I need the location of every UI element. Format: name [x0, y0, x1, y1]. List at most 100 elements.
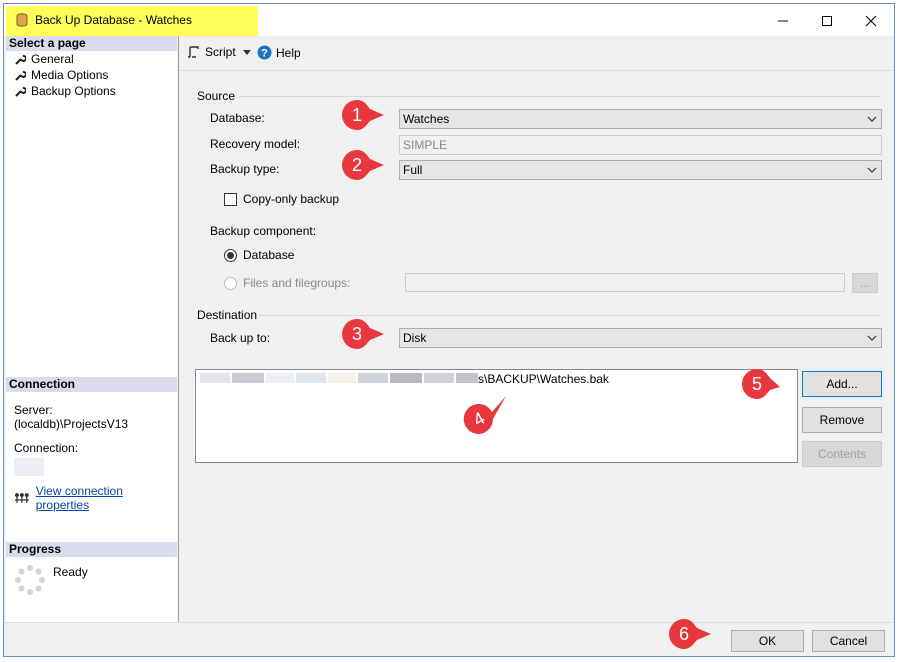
help-button[interactable]: ? Help	[257, 45, 301, 60]
view-connection-properties-link[interactable]: View connection properties	[36, 484, 177, 512]
maximize-icon	[822, 16, 832, 26]
backup-dialog-window: Back Up Database - Watches Select a page…	[3, 3, 895, 657]
contents-button: Contents	[802, 441, 882, 467]
callout-number: 2	[351, 155, 362, 175]
sidebar-item-label: General	[31, 52, 74, 66]
copy-only-checkbox[interactable]	[224, 192, 237, 206]
redacted-path	[296, 373, 326, 383]
copy-only-label: Copy-only backup	[243, 192, 340, 206]
minimize-icon	[778, 20, 788, 22]
wrench-icon	[15, 54, 26, 65]
backup-component-label: Backup component:	[210, 224, 317, 238]
redacted-connection	[14, 458, 44, 476]
back-up-to-label: Back up to:	[210, 331, 271, 345]
component-database-radio[interactable]	[224, 248, 237, 262]
copy-only-checkbox-row[interactable]: Copy-only backup	[224, 192, 339, 206]
ok-button[interactable]: OK	[731, 630, 804, 652]
recovery-model-field: SIMPLE	[399, 135, 882, 155]
component-database-label: Database	[243, 248, 295, 262]
redacted-path	[390, 373, 422, 383]
help-label: Help	[276, 45, 301, 60]
chevron-down-icon	[867, 167, 877, 173]
progress-spinner-icon	[15, 565, 45, 595]
database-select[interactable]: Watches	[399, 109, 882, 129]
callout-2: 2	[340, 148, 384, 182]
database-icon	[16, 13, 28, 27]
callout-number: 5	[751, 374, 762, 394]
sidebar-item-label: Backup Options	[31, 84, 116, 98]
callout-5: 5	[740, 367, 780, 401]
script-button[interactable]: Script	[187, 45, 251, 59]
filegroups-field	[405, 273, 845, 292]
connection-label: Connection:	[14, 441, 79, 455]
chevron-down-icon	[242, 49, 251, 55]
filegroups-browse-button: ...	[852, 273, 878, 293]
minimize-button[interactable]	[761, 8, 805, 34]
wrench-icon	[15, 86, 26, 97]
source-group-heading: Source	[197, 89, 236, 103]
chevron-down-icon	[867, 116, 877, 122]
connection-heading: Connection	[6, 377, 177, 392]
list-item[interactable]: s\BACKUP\Watches.bak	[196, 370, 797, 387]
select-page-heading: Select a page	[6, 36, 177, 51]
callout-number: 6	[678, 624, 689, 644]
wrench-icon	[15, 70, 26, 81]
chevron-down-icon	[867, 335, 877, 341]
script-label: Script	[205, 45, 236, 59]
component-database-radio-row[interactable]: Database	[224, 248, 294, 262]
destination-divider	[259, 315, 881, 316]
redacted-path	[424, 373, 454, 383]
backup-file-path: s\BACKUP\Watches.bak	[478, 372, 609, 386]
sidebar-item-general[interactable]: General	[6, 51, 177, 67]
script-icon	[188, 46, 199, 58]
callout-4: 4	[462, 396, 506, 436]
progress-status: Ready	[53, 565, 88, 579]
progress-section: Progress Ready	[6, 542, 177, 596]
component-files-radio-row: Files and filegroups:	[224, 276, 350, 290]
svg-text:?: ?	[261, 48, 268, 60]
sidebar-item-backup-options[interactable]: Backup Options	[6, 83, 177, 99]
server-value: (localdb)\ProjectsV13	[14, 417, 129, 431]
server-label: Server:	[14, 403, 53, 417]
sidebar-item-media-options[interactable]: Media Options	[6, 67, 177, 83]
database-label: Database:	[210, 111, 265, 125]
back-up-to-select-value: Disk	[403, 331, 427, 345]
title-bar: Back Up Database - Watches	[4, 4, 894, 36]
progress-heading: Progress	[6, 542, 177, 557]
general-page: Source Database: Watches Recovery model:…	[179, 71, 894, 622]
recovery-model-label: Recovery model:	[210, 137, 301, 151]
callout-3: 3	[340, 317, 384, 351]
redacted-path	[266, 373, 294, 383]
close-icon	[865, 15, 877, 27]
callout-6: 6	[667, 617, 711, 651]
dialog-footer: OK Cancel	[4, 622, 894, 656]
component-files-radio	[224, 276, 237, 290]
redacted-path	[200, 373, 230, 383]
redacted-path	[328, 373, 356, 383]
backup-type-select-value: Full	[403, 163, 423, 177]
cancel-button[interactable]: Cancel	[812, 630, 885, 652]
callout-number: 1	[351, 105, 362, 125]
back-up-to-select[interactable]: Disk	[399, 328, 882, 348]
callout-1: 1	[340, 98, 384, 132]
component-files-label: Files and filegroups:	[243, 276, 351, 290]
help-icon: ?	[257, 45, 272, 60]
sidebar-item-label: Media Options	[31, 68, 109, 82]
destination-group-heading: Destination	[197, 308, 258, 322]
add-destination-button[interactable]: Add...	[802, 371, 882, 397]
database-select-value: Watches	[403, 112, 450, 126]
sidebar: Select a page General Media Options Back…	[6, 36, 177, 622]
redacted-path	[456, 373, 478, 383]
remove-destination-button[interactable]: Remove	[802, 407, 882, 433]
redacted-path	[358, 373, 388, 383]
close-button[interactable]	[849, 8, 893, 34]
backup-type-label: Backup type:	[210, 162, 280, 176]
toolbar: Script ? Help	[179, 36, 894, 71]
connection-section: Connection Server: (localdb)\ProjectsV13…	[6, 377, 177, 512]
redacted-path	[232, 373, 264, 383]
connection-properties-icon	[14, 493, 29, 503]
backup-type-select[interactable]: Full	[399, 160, 882, 180]
callout-number: 3	[351, 324, 362, 344]
window-title: Back Up Database - Watches	[35, 13, 192, 27]
maximize-button[interactable]	[805, 8, 849, 34]
